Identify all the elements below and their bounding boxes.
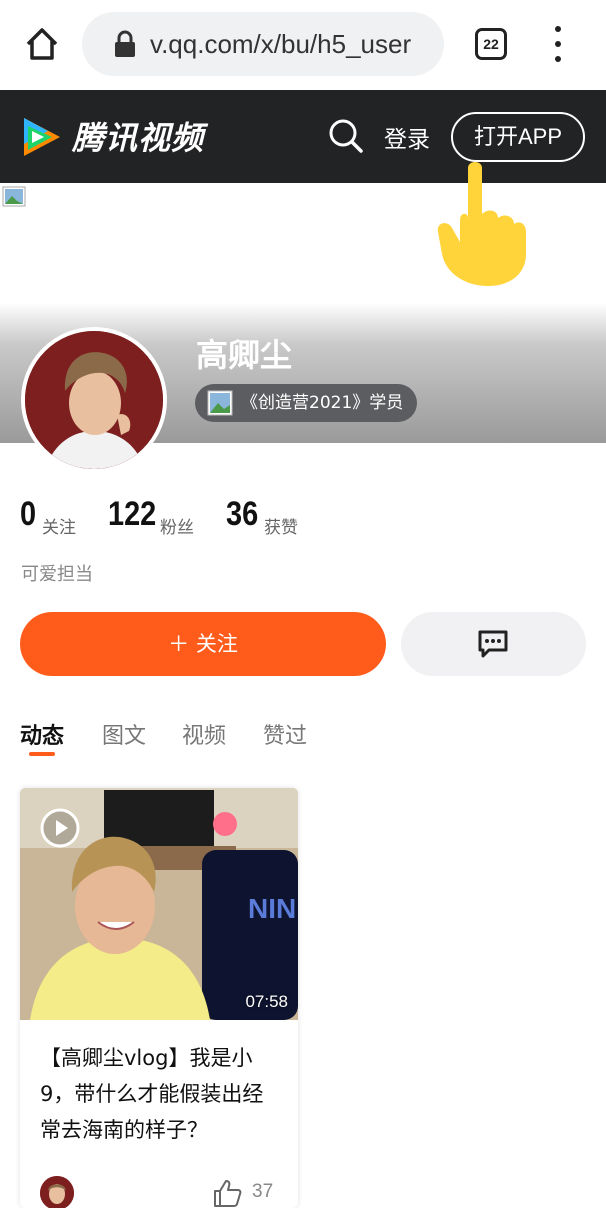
- thumbs-up-icon[interactable]: [212, 1178, 242, 1208]
- browser-toolbar: v.qq.com/x/bu/h5_user 22: [0, 0, 606, 90]
- address-bar[interactable]: v.qq.com/x/bu/h5_user: [82, 12, 444, 76]
- stat-following[interactable]: 0 关注: [20, 495, 76, 538]
- profile-bio: 可爱担当: [21, 564, 93, 585]
- pointing-hand-icon: [436, 158, 528, 286]
- stat-label: 粉丝: [160, 518, 194, 538]
- tab-liked[interactable]: 赞过: [263, 718, 307, 750]
- follow-button[interactable]: ＋ 关注: [20, 612, 386, 676]
- video-title[interactable]: 【高卿尘vlog】我是小9，带什么才能假装出经常去海南的样子？: [40, 1040, 280, 1148]
- more-menu-icon[interactable]: [548, 26, 568, 62]
- tab-switcher-button[interactable]: 22: [475, 28, 507, 60]
- profile-avatar: [21, 327, 167, 473]
- stat-label: 获赞: [264, 518, 298, 538]
- author-avatar[interactable]: [40, 1176, 74, 1208]
- stat-likes[interactable]: 36 获赞: [226, 495, 298, 538]
- url-text: v.qq.com/x/bu/h5_user: [150, 29, 412, 59]
- tencent-video-logo-icon[interactable]: [18, 114, 64, 160]
- video-duration: 07:58: [245, 992, 288, 1011]
- badge-text: 《创造营2021》学员: [241, 393, 404, 413]
- stat-label: 关注: [42, 518, 76, 538]
- stat-value: 0: [20, 495, 37, 533]
- profile-badge: 《创造营2021》学员: [195, 384, 418, 422]
- tab-dynamic[interactable]: 动态: [20, 718, 64, 750]
- logo-text: 腾讯视频: [72, 119, 205, 157]
- home-icon[interactable]: [22, 24, 62, 64]
- active-tab-indicator: [29, 752, 55, 756]
- video-thumbnail[interactable]: NIN 07:58: [20, 788, 298, 1020]
- tab-videos[interactable]: 视频: [182, 718, 226, 750]
- broken-image-icon: [2, 186, 28, 208]
- profile-name: 高卿尘: [196, 336, 293, 374]
- tab-articles[interactable]: 图文: [102, 718, 146, 750]
- message-button[interactable]: [401, 612, 586, 676]
- stat-followers[interactable]: 122 粉丝: [108, 495, 194, 538]
- svg-text:NIN: NIN: [248, 893, 296, 924]
- play-icon[interactable]: [40, 808, 80, 848]
- open-app-button[interactable]: 打开APP: [451, 112, 585, 162]
- stat-value: 122: [108, 495, 157, 533]
- search-icon[interactable]: [328, 118, 364, 154]
- login-link[interactable]: 登录: [384, 120, 430, 154]
- message-icon: [477, 630, 509, 658]
- lock-icon: [112, 30, 138, 58]
- badge-image-icon: [207, 390, 233, 416]
- video-card[interactable]: NIN 07:58 【高卿尘vlog】我是小9，带什么才能假装出经常去海南的样子…: [20, 788, 298, 1208]
- stat-value: 36: [226, 495, 259, 533]
